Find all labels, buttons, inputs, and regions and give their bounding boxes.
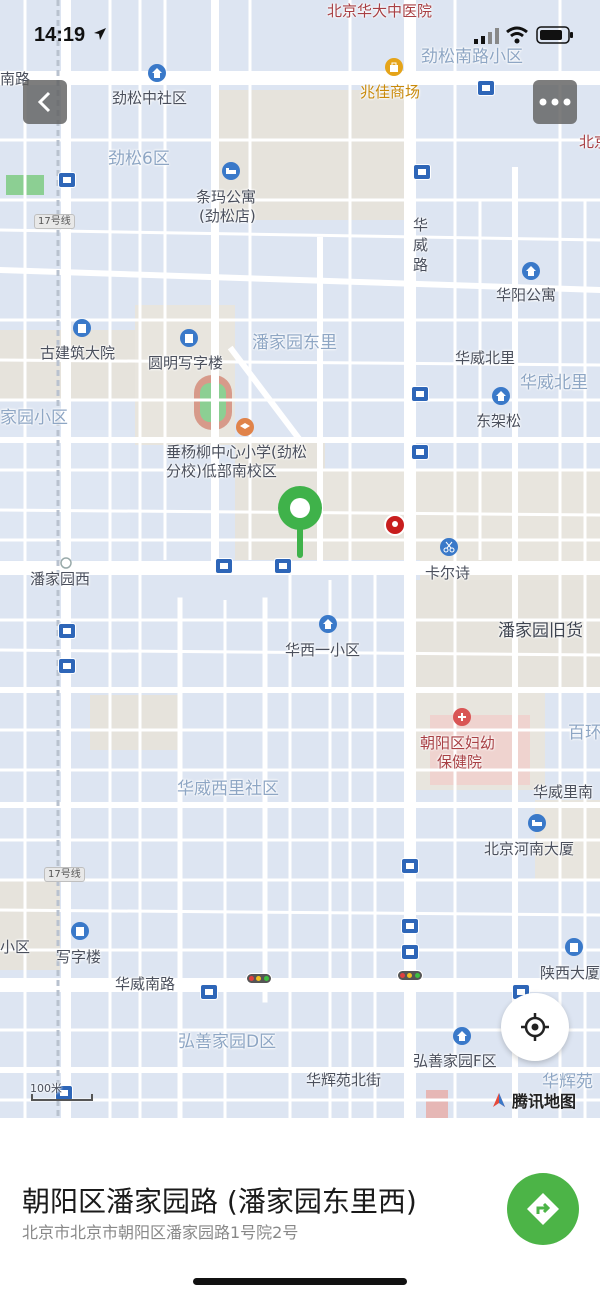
map-label: 威 [413, 236, 429, 254]
tencent-map-logo: 腾讯地图 [490, 1088, 576, 1112]
traffic-light-icon [397, 970, 423, 981]
map-label[interactable]: 分校)低部南校区 [166, 462, 277, 480]
map-scale-label: 100米 [30, 1082, 62, 1095]
map-label[interactable]: 东架松 [476, 412, 521, 430]
hotel-icon[interactable] [528, 814, 546, 832]
bus-stop-icon[interactable] [58, 658, 76, 674]
map-label[interactable]: 劲松中社区 [112, 89, 187, 107]
place-title: 朝阳区潘家园路 (潘家园东里西) [22, 1185, 417, 1218]
map-label[interactable]: 写字楼 [56, 948, 101, 966]
compass-logo-icon [493, 1093, 505, 1107]
bus-stop-icon[interactable] [215, 558, 233, 574]
map-label[interactable]: (劲松店) [199, 207, 256, 225]
residential-icon[interactable] [319, 615, 337, 633]
school-icon[interactable] [236, 418, 254, 436]
map-label: 华 [413, 216, 429, 234]
crosshair-icon [521, 1013, 549, 1041]
map-label: 百环 [568, 723, 600, 743]
map-label[interactable]: 古建筑大院 [40, 344, 115, 362]
map-label: 华威西里社区 [177, 779, 279, 799]
residential-icon[interactable] [453, 1027, 471, 1045]
map-label[interactable]: 圆明写字楼 [148, 354, 223, 372]
brand-label: 腾讯地图 [512, 1092, 577, 1111]
subway-line-badge[interactable]: 17号线 [44, 867, 85, 882]
place-info-sheet: 朝阳区潘家园路 (潘家园东里西) 北京市北京市朝阳区潘家园路1号院2号 [0, 1118, 600, 1298]
residential-icon[interactable] [492, 387, 510, 405]
bus-stop-icon[interactable] [413, 164, 431, 180]
subway-line-badge[interactable]: 17号线 [34, 214, 75, 229]
map-label: 劲松6区 [108, 149, 170, 169]
status-time: 14:19 [34, 24, 107, 47]
map-label: 华威北里 [520, 373, 588, 393]
map-label[interactable]: 朝阳区妇幼 [420, 734, 495, 752]
kfc-restaurant-icon[interactable] [384, 514, 406, 536]
map-label[interactable]: 华阳公寓 [496, 286, 556, 304]
status-time-text: 14:19 [34, 24, 86, 46]
my-location-button[interactable] [501, 993, 569, 1061]
hospital-icon[interactable] [453, 708, 471, 726]
status-bar: 14:19 [0, 0, 600, 70]
map-label: 华威南路 [115, 975, 176, 993]
office-building-icon[interactable] [565, 938, 583, 956]
location-pin-icon[interactable] [274, 484, 326, 560]
more-button[interactable] [533, 80, 577, 124]
chevron-left-icon [37, 91, 51, 113]
map-label: 华威北里 [455, 349, 516, 367]
map-label[interactable]: 华西一小区 [285, 641, 360, 659]
back-button[interactable] [23, 80, 67, 124]
bus-stop-icon[interactable] [401, 944, 419, 960]
home-indicator[interactable] [193, 1278, 407, 1285]
map-label[interactable]: 垂杨柳中心小学(劲松 [166, 443, 307, 461]
map-label[interactable]: 卡尔诗 [425, 564, 470, 582]
map-label: 华辉苑北街 [306, 1071, 382, 1089]
battery-icon [536, 26, 573, 44]
more-dots-icon [539, 98, 571, 106]
navigation-arrow-icon [527, 1193, 559, 1225]
map-label[interactable]: 弘善家园F区 [413, 1052, 497, 1070]
map-label: 路 [413, 256, 429, 274]
place-address: 北京市北京市朝阳区潘家园路1号院2号 [22, 1223, 299, 1242]
hotel-icon[interactable] [222, 162, 240, 180]
map-label: 华威里南 [533, 783, 594, 801]
map-label: 弘善家园D区 [178, 1032, 277, 1052]
office-building-icon[interactable] [73, 319, 91, 337]
map-label[interactable]: 条玛公寓 [196, 188, 256, 206]
navigate-button[interactable] [507, 1173, 579, 1245]
traffic-light-icon [246, 973, 272, 984]
map-label: 家园小区 [0, 408, 68, 428]
bus-stop-icon[interactable] [401, 918, 419, 934]
map-label[interactable]: 北京 [579, 133, 600, 151]
map-label[interactable]: 潘家园旧货 [498, 622, 583, 640]
office-building-icon[interactable] [71, 922, 89, 940]
map-label: 小区 [0, 938, 31, 956]
cellular-signal-icon [474, 28, 499, 44]
bus-stop-icon[interactable] [411, 386, 429, 402]
wifi-icon [506, 26, 528, 44]
map-label: 潘家园东里 [252, 333, 337, 353]
scissors-icon[interactable] [440, 538, 458, 556]
map-label[interactable]: 北京河南大厦 [484, 840, 574, 858]
map-label[interactable]: 保健院 [437, 753, 482, 771]
bus-stop-icon[interactable] [58, 623, 76, 639]
map-view[interactable]: 北京华大中医院 南路 劲松中社区 兆佳商场 劲松南路小区 北京 劲松6区 条玛公… [0, 0, 600, 1118]
bus-stop-icon[interactable] [274, 558, 292, 574]
bus-stop-icon[interactable] [401, 858, 419, 874]
bus-stop-icon[interactable] [58, 172, 76, 188]
map-label[interactable]: 潘家园西 [30, 570, 90, 588]
map-label[interactable]: 陕西大厦 [540, 964, 600, 982]
bus-stop-icon[interactable] [200, 984, 218, 1000]
bus-stop-icon[interactable] [477, 80, 495, 96]
bus-stop-icon[interactable] [411, 444, 429, 460]
office-building-icon[interactable] [180, 329, 198, 347]
location-arrow-icon [93, 28, 106, 40]
residential-icon[interactable] [522, 262, 540, 280]
map-label[interactable]: 兆佳商场 [360, 83, 420, 101]
